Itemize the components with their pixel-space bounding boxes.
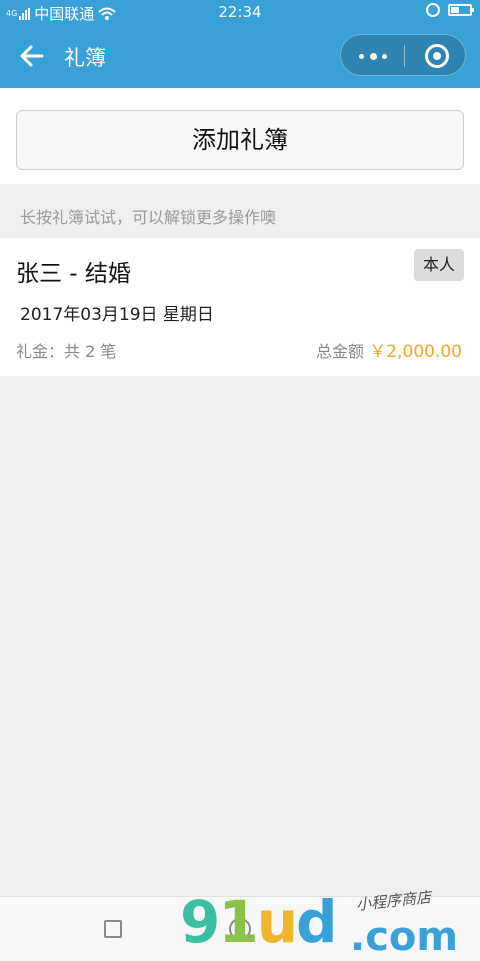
circle-icon[interactable] xyxy=(229,918,251,940)
status-bar: 4G 中国联通 22:34 xyxy=(0,0,480,24)
total-amount: ￥2,000.00 xyxy=(369,342,462,362)
square-icon[interactable] xyxy=(104,920,122,938)
book-card[interactable]: 张三 - 结婚 本人 2017年03月19日 星期日 礼金：共 2 笔 总金额 … xyxy=(0,238,480,376)
system-nav-bar xyxy=(0,896,480,961)
rotation-lock-icon xyxy=(426,3,440,17)
battery-icon xyxy=(448,4,474,16)
nav-bar: 礼簿 xyxy=(0,24,480,88)
status-time: 22:34 xyxy=(218,3,262,21)
arrow-left-icon[interactable] xyxy=(18,42,46,70)
total-label: 总金额 xyxy=(316,342,365,361)
page-title: 礼簿 xyxy=(64,46,106,70)
book-date: 2017年03月19日 星期日 xyxy=(20,305,214,325)
capsule-divider xyxy=(404,45,405,67)
add-book-button[interactable]: 添加礼簿 xyxy=(16,110,464,170)
target-circle-icon[interactable] xyxy=(425,44,449,68)
menu-capsule xyxy=(340,34,466,76)
hint-text: 长按礼簿试试，可以解锁更多操作噢 xyxy=(20,208,277,227)
gift-count: 礼金：共 2 笔 xyxy=(16,342,117,361)
owner-badge: 本人 xyxy=(414,249,464,281)
book-title: 张三 - 结婚 xyxy=(16,261,131,287)
more-dots-icon[interactable] xyxy=(359,46,387,66)
status-right xyxy=(426,3,474,17)
